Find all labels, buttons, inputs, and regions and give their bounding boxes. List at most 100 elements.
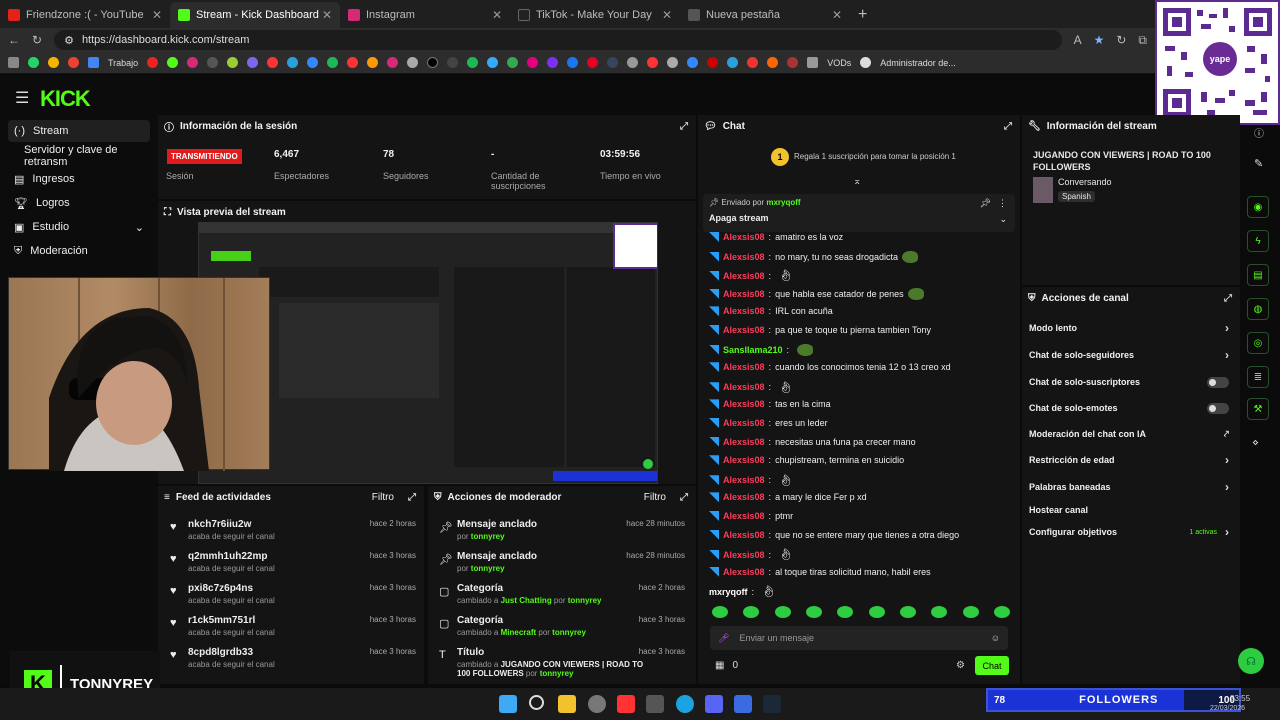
expand-icon[interactable]: ⤢: [408, 492, 416, 503]
chrome-icon[interactable]: [588, 695, 606, 713]
tab-new[interactable]: Nueva pestaña ✕: [680, 2, 850, 28]
favorite-star-icon[interactable]: ★: [1094, 33, 1105, 47]
sidebar-item-server-key[interactable]: Servidor y clave de retransm: [8, 144, 150, 168]
chat-username[interactable]: Alexsis08: [723, 399, 765, 409]
action-subscribers-only[interactable]: Chat de solo-suscriptores: [1029, 376, 1229, 388]
list-tool-icon[interactable]: ≣: [1247, 366, 1269, 388]
bookmark-icon[interactable]: [347, 57, 359, 68]
external-link-icon[interactable]: ⤤: [1224, 429, 1229, 440]
detail-highlight[interactable]: tonnyrey: [471, 564, 505, 573]
windows-start-icon[interactable]: [499, 695, 517, 713]
new-tab-button[interactable]: +: [858, 2, 867, 28]
chat-username[interactable]: Sansllama210: [723, 345, 783, 355]
camera-tool-icon[interactable]: ◉: [1247, 196, 1269, 218]
expand-icon[interactable]: ⤢: [680, 492, 688, 503]
bookmark-icon[interactable]: [307, 57, 319, 68]
collapse-icon[interactable]: ⌅: [853, 176, 861, 187]
music-icon[interactable]: [617, 695, 635, 713]
bookmark-icon[interactable]: [187, 57, 199, 68]
menu-icon[interactable]: ☰: [15, 88, 29, 108]
emote-icon[interactable]: [774, 606, 791, 618]
bookmark-admin[interactable]: Administrador de...: [880, 58, 956, 68]
action-host-channel[interactable]: Hostear canal: [1029, 505, 1229, 515]
chat-username[interactable]: Alexsis08: [723, 437, 765, 447]
feed-filter-button[interactable]: Filtro: [372, 492, 394, 503]
bookmark-icon[interactable]: [207, 57, 219, 68]
microphone-icon[interactable]: 🎤︎: [718, 633, 729, 644]
feed-user[interactable]: pxi8c7z6p4ns: [188, 583, 253, 594]
send-chat-button[interactable]: Chat: [975, 656, 1009, 675]
chat-username[interactable]: Alexsis08: [723, 511, 765, 521]
chevron-right-icon[interactable]: ›: [1225, 453, 1229, 467]
tab-instagram[interactable]: Instagram ✕: [340, 2, 510, 28]
discord-icon[interactable]: [705, 695, 723, 713]
app-icon[interactable]: [734, 695, 752, 713]
action-slow-mode[interactable]: Modo lento ›: [1029, 321, 1229, 335]
read-aloud-icon[interactable]: A: [1074, 33, 1082, 47]
emote-icon[interactable]: [805, 606, 822, 618]
mod-filter-button[interactable]: Filtro: [644, 492, 666, 503]
detail-highlight[interactable]: Just Chatting: [501, 596, 552, 605]
tab-kick-dashboard[interactable]: Stream - Kick Dashboard ✕: [170, 2, 340, 28]
address-bar[interactable]: ⚙ https://dashboard.kick.com/stream: [54, 30, 1062, 50]
detail-highlight[interactable]: tonnyrey: [568, 596, 602, 605]
detail-highlight[interactable]: tonnyrey: [471, 532, 505, 541]
app-icon[interactable]: [646, 695, 664, 713]
feed-user[interactable]: q2mmh1uh22mp: [188, 551, 267, 562]
pencil-icon[interactable]: ✎: [1254, 157, 1263, 170]
tumblr-icon[interactable]: [607, 57, 619, 68]
detail-highlight[interactable]: tonnyrey: [552, 628, 586, 637]
tab-tiktok[interactable]: TikTok - Make Your Day ✕: [510, 2, 680, 28]
bookmark-icon[interactable]: [267, 57, 279, 68]
bookmark-vods[interactable]: VODs: [827, 58, 851, 68]
bookmark-icon[interactable]: [367, 57, 379, 68]
chat-username[interactable]: Alexsis08: [723, 306, 765, 316]
chevron-right-icon[interactable]: ›: [1225, 348, 1229, 362]
edge-icon[interactable]: [676, 695, 694, 713]
instagram-icon[interactable]: [387, 57, 399, 68]
chevron-right-icon[interactable]: ›: [1225, 525, 1229, 539]
reload-icon[interactable]: ↻: [32, 33, 42, 47]
emote-icon[interactable]: [712, 606, 728, 618]
bookmark-icon[interactable]: [667, 57, 679, 68]
emote-icon[interactable]: [868, 606, 885, 618]
bookmark-icon[interactable]: [147, 57, 159, 68]
bookmark-icon[interactable]: [727, 57, 739, 68]
bookmark-icon[interactable]: [687, 57, 699, 68]
chat-username[interactable]: Alexsis08: [723, 492, 765, 502]
emote-icon[interactable]: [962, 606, 979, 618]
emote-icon[interactable]: [931, 606, 948, 618]
drive-icon[interactable]: [48, 57, 59, 68]
more-options-icon[interactable]: ⋮: [998, 198, 1007, 209]
network-icon[interactable]: ⋄: [1252, 436, 1259, 449]
bookmark-icon[interactable]: [860, 57, 872, 68]
bookmark-icon[interactable]: [407, 57, 419, 68]
chat-settings-icon[interactable]: ⚙: [956, 660, 965, 671]
gift-rank-icon[interactable]: 1: [771, 148, 789, 166]
chat-username[interactable]: Alexsis08: [723, 530, 765, 540]
bookmark-icon[interactable]: [627, 57, 639, 68]
file-explorer-icon[interactable]: [558, 695, 576, 713]
close-tab-icon[interactable]: ✕: [662, 8, 672, 22]
close-tab-icon[interactable]: ✕: [152, 8, 162, 22]
flash-tool-icon[interactable]: ϟ: [1247, 230, 1269, 252]
pinned-user[interactable]: mxryqoff: [766, 198, 800, 207]
detail-highlight[interactable]: tonnyrey: [540, 669, 574, 678]
emote-icon[interactable]: [743, 606, 760, 618]
facebook-icon[interactable]: [567, 57, 579, 68]
bookmark-icon[interactable]: [747, 57, 759, 68]
feed-user[interactable]: nkch7r6iiu2w: [188, 519, 251, 530]
chat-username[interactable]: Alexsis08: [723, 475, 765, 485]
bookmark-icon[interactable]: [487, 57, 499, 68]
popout-icon[interactable]: ⤢: [1004, 121, 1012, 132]
close-tab-icon[interactable]: ✕: [832, 8, 842, 22]
sidebar-item-stream[interactable]: (·) Stream: [8, 120, 150, 142]
bookmark-icon[interactable]: [787, 57, 799, 68]
sidebar-item-logros[interactable]: 🏆︎ Logros: [8, 192, 150, 214]
chat-points[interactable]: ▦ 0: [715, 660, 738, 671]
action-goals[interactable]: Configurar objetivos 1 activas ›: [1029, 525, 1229, 539]
chat-username[interactable]: Alexsis08: [723, 455, 765, 465]
chat-username[interactable]: mxryqoff: [709, 587, 748, 597]
feed-user[interactable]: r1ck5mm751rl: [188, 615, 255, 626]
back-icon[interactable]: ←: [8, 33, 20, 47]
